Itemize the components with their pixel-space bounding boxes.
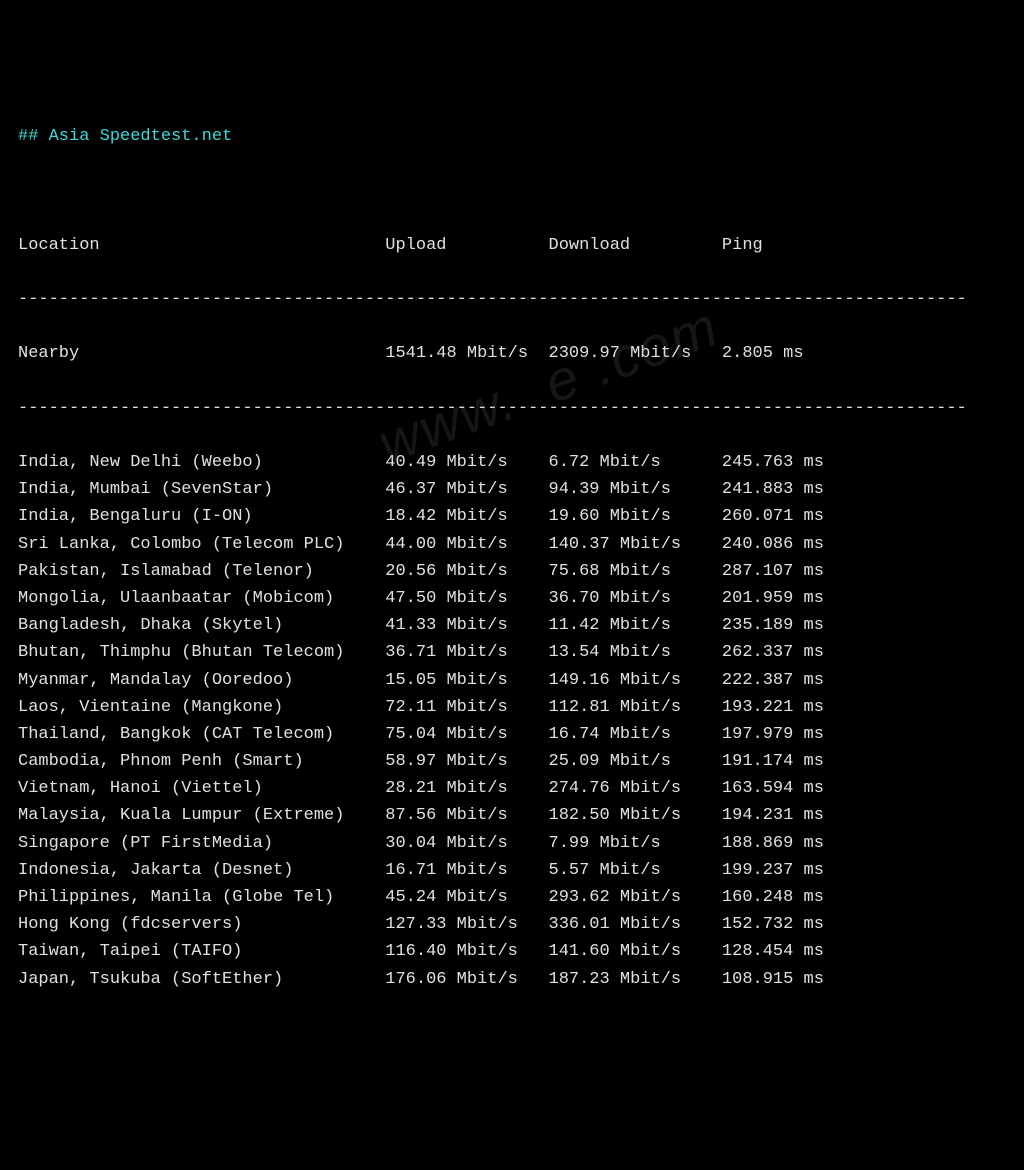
table-row: Japan, Tsukuba (SoftEther) 176.06 Mbit/s… [18,966,1006,993]
table-row: India, Mumbai (SevenStar) 46.37 Mbit/s 9… [18,476,1006,503]
section-title: ## Asia Speedtest.net [18,123,1006,150]
table-row: Thailand, Bangkok (CAT Telecom) 75.04 Mb… [18,721,1006,748]
divider: ----------------------------------------… [18,395,1006,422]
table-row: Philippines, Manila (Globe Tel) 45.24 Mb… [18,884,1006,911]
table-row: Singapore (PT FirstMedia) 30.04 Mbit/s 7… [18,830,1006,857]
table-row: Pakistan, Islamabad (Telenor) 20.56 Mbit… [18,558,1006,585]
table-row: Hong Kong (fdcservers) 127.33 Mbit/s 336… [18,911,1006,938]
blank-line [18,177,1006,204]
divider: ----------------------------------------… [18,286,1006,313]
table-row: Myanmar, Mandalay (Ooredoo) 15.05 Mbit/s… [18,667,1006,694]
table-row: Taiwan, Taipei (TAIFO) 116.40 Mbit/s 141… [18,938,1006,965]
table-row: Sri Lanka, Colombo (Telecom PLC) 44.00 M… [18,531,1006,558]
table-row: Laos, Vientaine (Mangkone) 72.11 Mbit/s … [18,694,1006,721]
table-row: India, Bengaluru (I-ON) 18.42 Mbit/s 19.… [18,503,1006,530]
table-row: Bhutan, Thimphu (Bhutan Telecom) 36.71 M… [18,639,1006,666]
nearby-row: Nearby 1541.48 Mbit/s 2309.97 Mbit/s 2.8… [18,340,1006,367]
table-row: India, New Delhi (Weebo) 40.49 Mbit/s 6.… [18,449,1006,476]
table-row: Vietnam, Hanoi (Viettel) 28.21 Mbit/s 27… [18,775,1006,802]
table-row: Bangladesh, Dhaka (Skytel) 41.33 Mbit/s … [18,612,1006,639]
table-row: Malaysia, Kuala Lumpur (Extreme) 87.56 M… [18,802,1006,829]
table-header: Location Upload Download Ping [18,232,1006,259]
table-row: Mongolia, Ulaanbaatar (Mobicom) 47.50 Mb… [18,585,1006,612]
table-body: India, New Delhi (Weebo) 40.49 Mbit/s 6.… [18,449,1006,993]
table-row: Indonesia, Jakarta (Desnet) 16.71 Mbit/s… [18,857,1006,884]
table-row: Cambodia, Phnom Penh (Smart) 58.97 Mbit/… [18,748,1006,775]
